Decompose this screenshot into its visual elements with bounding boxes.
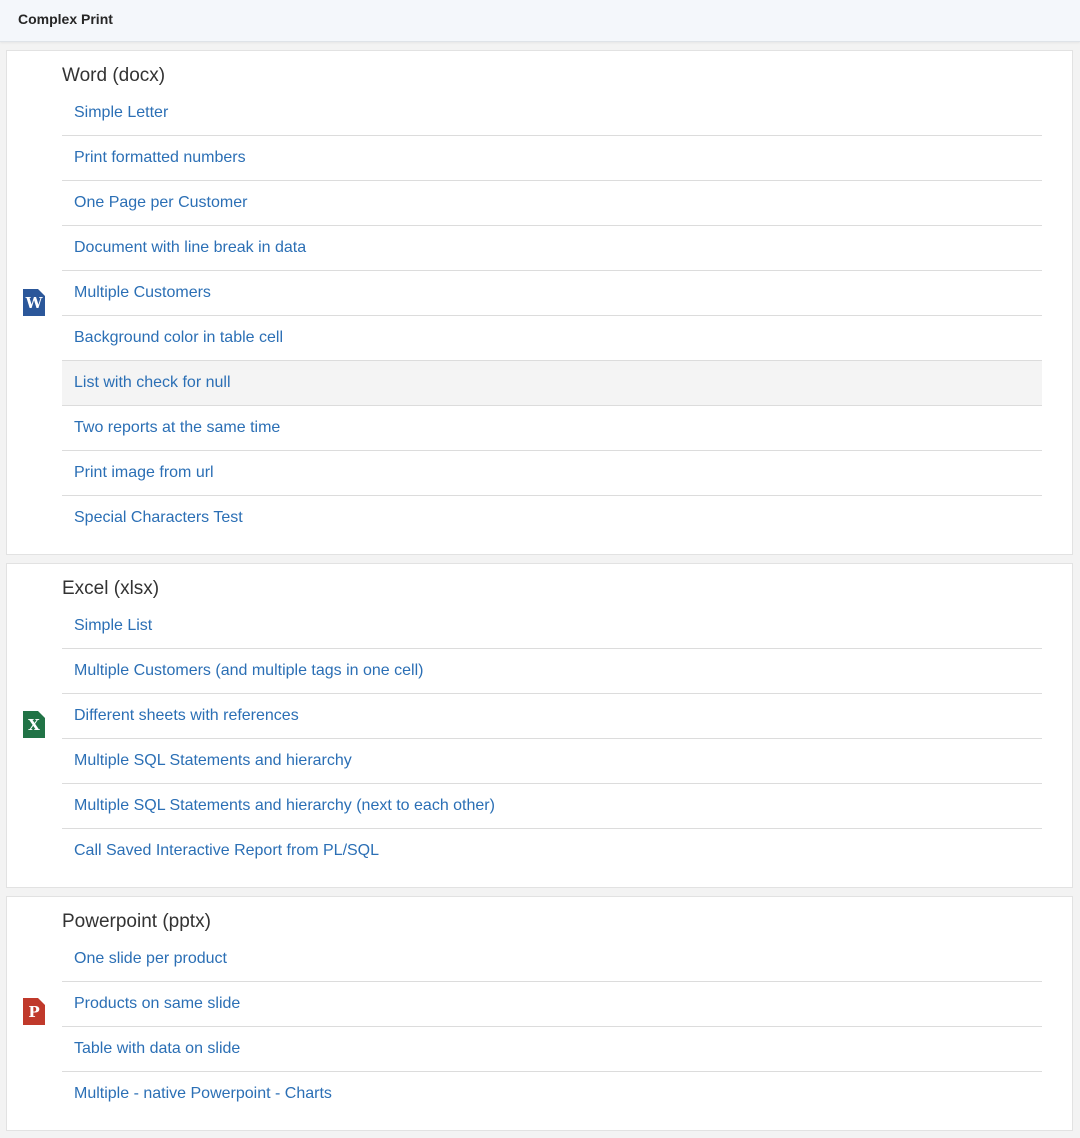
link-list-check-null[interactable]: List with check for null [62, 361, 1042, 406]
section-title-excel: Excel (xlsx) [62, 578, 160, 599]
link-multiple-customers-tags[interactable]: Multiple Customers (and multiple tags in… [62, 649, 1042, 694]
link-table-data-slide[interactable]: Table with data on slide [62, 1027, 1042, 1072]
section-title-powerpoint: Powerpoint (pptx) [62, 911, 211, 932]
link-one-slide-per-product[interactable]: One slide per product [62, 937, 1042, 982]
link-native-powerpoint-charts[interactable]: Multiple - native Powerpoint - Charts [62, 1072, 1042, 1117]
section-title-word: Word (docx) [62, 65, 166, 86]
link-document-line-break[interactable]: Document with line break in data [62, 226, 1042, 271]
link-multiple-customers[interactable]: Multiple Customers [62, 271, 1042, 316]
excel-section-card: X Excel (xlsx) Simple List Multiple Cust… [6, 563, 1073, 888]
link-special-characters-test[interactable]: Special Characters Test [62, 496, 1042, 541]
link-print-formatted-numbers[interactable]: Print formatted numbers [62, 136, 1042, 181]
link-different-sheets-references[interactable]: Different sheets with references [62, 694, 1042, 739]
link-print-image-from-url[interactable]: Print image from url [62, 451, 1042, 496]
powerpoint-section-card: P Powerpoint (pptx) One slide per produc… [6, 896, 1073, 1131]
link-multiple-sql-hierarchy-next[interactable]: Multiple SQL Statements and hierarchy (n… [62, 784, 1042, 829]
link-simple-list[interactable]: Simple List [62, 604, 1042, 649]
excel-file-icon: X [23, 711, 45, 738]
word-section-card: W Word (docx) Simple Letter Print format… [6, 50, 1073, 555]
word-link-list: Simple Letter Print formatted numbers On… [62, 91, 1042, 541]
page-title: Complex Print [18, 11, 113, 27]
page-header: Complex Print [0, 0, 1080, 42]
link-one-page-per-customer[interactable]: One Page per Customer [62, 181, 1042, 226]
excel-link-list: Simple List Multiple Customers (and mult… [62, 604, 1042, 874]
link-multiple-sql-hierarchy[interactable]: Multiple SQL Statements and hierarchy [62, 739, 1042, 784]
powerpoint-file-icon: P [23, 998, 45, 1025]
word-file-icon: W [23, 289, 45, 316]
powerpoint-link-list: One slide per product Products on same s… [62, 937, 1042, 1117]
link-products-same-slide[interactable]: Products on same slide [62, 982, 1042, 1027]
link-simple-letter[interactable]: Simple Letter [62, 91, 1042, 136]
link-call-saved-ir[interactable]: Call Saved Interactive Report from PL/SQ… [62, 829, 1042, 874]
link-two-reports-same-time[interactable]: Two reports at the same time [62, 406, 1042, 451]
link-background-color-table-cell[interactable]: Background color in table cell [62, 316, 1042, 361]
